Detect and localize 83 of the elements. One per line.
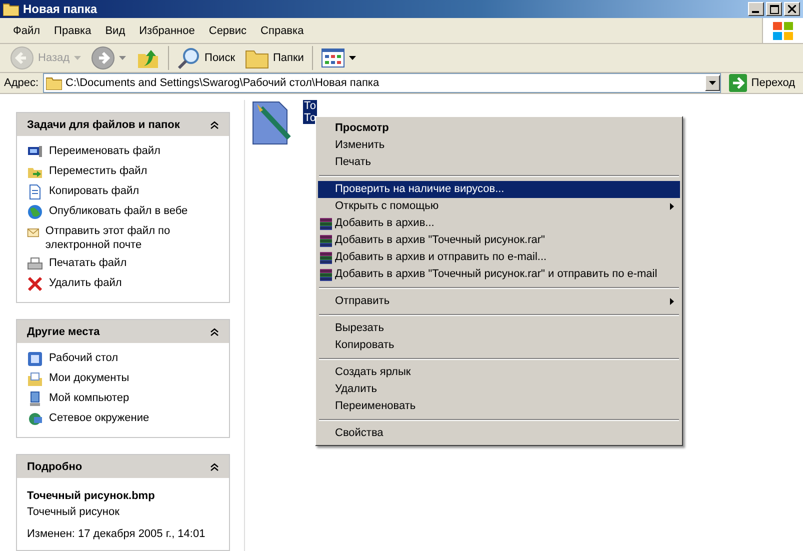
flag-logo-icon bbox=[772, 20, 794, 40]
dropdown-caret-icon bbox=[348, 56, 356, 60]
maximize-icon bbox=[770, 4, 778, 14]
books-stack-icon bbox=[319, 268, 333, 282]
menu-item[interactable]: Добавить в архив "Точечный рисунок.rar" bbox=[318, 232, 680, 249]
menu-item[interactable]: Файл bbox=[6, 22, 48, 38]
menu-item[interactable]: Копировать bbox=[318, 337, 680, 354]
collapse-chevron-icon[interactable] bbox=[210, 328, 219, 336]
menu-item[interactable]: Вид bbox=[98, 22, 132, 38]
books-stack-icon bbox=[319, 250, 333, 264]
menu-item[interactable]: Вырезать bbox=[318, 320, 680, 337]
menu-item[interactable]: Изменить bbox=[318, 137, 680, 154]
menu-item[interactable]: Отправить bbox=[318, 293, 680, 310]
menu-item[interactable]: Добавить в архив... bbox=[318, 215, 680, 232]
task-link[interactable]: Отправить этот файл по электронной почте bbox=[45, 224, 219, 252]
go-button[interactable]: Переход bbox=[725, 74, 799, 92]
dropdown-button[interactable] bbox=[705, 75, 720, 91]
address-field[interactable]: C:\Documents and Settings\Swarog\Рабочий стол\Новая папка bbox=[42, 73, 722, 93]
folder-icon bbox=[46, 76, 62, 90]
menu-item[interactable]: Печать bbox=[318, 154, 680, 171]
desktop-icon bbox=[27, 351, 43, 367]
dropdown-caret-icon bbox=[709, 81, 716, 85]
views-icon bbox=[320, 48, 345, 68]
close-icon bbox=[788, 5, 796, 13]
folders-button[interactable]: Папки bbox=[241, 45, 308, 71]
menu-item[interactable]: Просмотр bbox=[318, 120, 680, 137]
menu-item[interactable]: Создать ярлык bbox=[318, 364, 680, 381]
dropdown-caret-icon bbox=[118, 56, 126, 60]
task-link[interactable]: Рабочий стол bbox=[49, 351, 118, 365]
menu-item[interactable]: Переименовать bbox=[318, 398, 680, 415]
task-link[interactable]: Печатать файл bbox=[49, 256, 127, 270]
menu-item[interactable]: Удалить bbox=[318, 381, 680, 398]
panel-header[interactable]: Другие места bbox=[17, 320, 229, 343]
collapse-chevron-icon[interactable] bbox=[210, 462, 219, 470]
menu-item[interactable]: Сервис bbox=[202, 22, 254, 38]
menu-item[interactable]: Проверить на наличие вирусов... bbox=[318, 181, 680, 198]
document-icon bbox=[27, 184, 43, 200]
window-title: Новая папка bbox=[23, 2, 98, 16]
menu-item[interactable]: Свойства bbox=[318, 425, 680, 442]
modified-date: Изменен: 17 декабря 2005 г., 14:01 bbox=[27, 528, 206, 540]
task-link[interactable]: Копировать файл bbox=[49, 184, 140, 198]
collapse-chevron-icon[interactable] bbox=[210, 120, 219, 128]
menu-item[interactable]: Открыть с помощью bbox=[318, 198, 680, 215]
minimize-button[interactable] bbox=[748, 2, 764, 16]
folder-icon bbox=[3, 2, 19, 16]
task-link[interactable]: Переименовать файл bbox=[49, 144, 160, 158]
menu-item[interactable]: Справка bbox=[254, 22, 311, 38]
books-stack-icon bbox=[319, 234, 333, 248]
task-link[interactable]: Мои документы bbox=[49, 371, 130, 385]
computer-icon bbox=[27, 391, 43, 407]
menu-item[interactable]: Добавить в архив "Точечный рисунок.rar" и отправить по e-mail bbox=[318, 266, 680, 283]
books-stack-icon bbox=[319, 216, 333, 230]
panel-title: Подробно bbox=[27, 460, 82, 472]
file-label: То bbox=[303, 100, 317, 112]
dropdown-caret-icon bbox=[74, 56, 81, 60]
task-link[interactable]: Сетевое окружение bbox=[49, 411, 150, 425]
submenu-arrow-icon bbox=[670, 203, 674, 210]
task-link[interactable]: Мой компьютер bbox=[49, 391, 130, 405]
panel-header[interactable]: Задачи для файлов и папок bbox=[17, 113, 229, 136]
submenu-arrow-icon bbox=[670, 298, 674, 305]
panel-header[interactable]: Подробно bbox=[17, 455, 229, 478]
search-button[interactable]: Поиск bbox=[172, 44, 240, 72]
address-label: Адрес: bbox=[4, 77, 39, 89]
close-button[interactable] bbox=[784, 2, 800, 16]
cross-icon bbox=[27, 276, 43, 292]
task-link[interactable]: Опубликовать файл в вебе bbox=[49, 204, 188, 218]
file-name: Точечный рисунок.bmp bbox=[27, 490, 156, 502]
right-arrow-icon bbox=[729, 74, 748, 92]
task-link[interactable]: Переместить файл bbox=[49, 164, 148, 178]
monitor-icon bbox=[27, 144, 43, 160]
menu-item[interactable]: Добавить в архив и отправить по e-mail... bbox=[318, 249, 680, 266]
panel-title: Другие места bbox=[27, 326, 100, 338]
network-icon bbox=[27, 411, 43, 427]
menu-item[interactable]: Правка bbox=[47, 22, 98, 38]
panel-title: Задачи для файлов и папок bbox=[27, 118, 180, 130]
file-type: Точечный рисунок bbox=[27, 506, 120, 518]
menu-item[interactable]: Избранное bbox=[132, 22, 202, 38]
task-link[interactable]: Удалить файл bbox=[49, 276, 122, 290]
printer-icon bbox=[27, 256, 43, 272]
globe-icon bbox=[27, 204, 43, 220]
folder-document-icon bbox=[27, 371, 43, 387]
search-icon bbox=[176, 46, 201, 70]
maximize-button[interactable] bbox=[766, 2, 782, 16]
